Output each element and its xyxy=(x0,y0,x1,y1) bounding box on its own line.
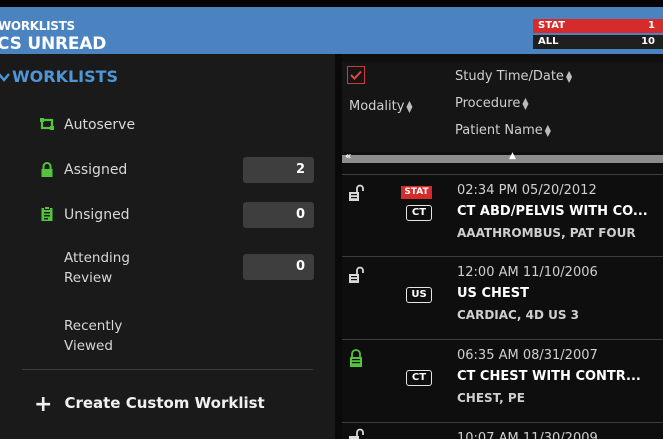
attending-review-line1: Attending xyxy=(64,250,130,266)
attending-review-line2: Review xyxy=(64,270,113,286)
stat-counter-label: STAT xyxy=(538,20,566,31)
recently-viewed-line1: Recently xyxy=(64,318,123,334)
stat-counter-value: 1 xyxy=(648,20,655,31)
sort-modality[interactable]: Modality ▲ ▼ xyxy=(349,99,413,114)
collapse-left-icon[interactable]: « xyxy=(345,151,351,162)
worklists-heading: WORKLISTS xyxy=(12,67,119,86)
stat-counter[interactable]: STAT 1 xyxy=(533,19,663,33)
page-title: CS UNREAD xyxy=(0,34,107,54)
recently-viewed-line2: Viewed xyxy=(64,338,113,354)
worklists-toggle[interactable]: WORKLISTS xyxy=(0,67,118,86)
sort-study-time-label: Study Time/Date xyxy=(455,69,564,84)
sort-patient-name-label: Patient Name xyxy=(455,123,543,138)
chevron-up-icon[interactable]: ▲ xyxy=(509,151,516,161)
sort-procedure[interactable]: Procedure ▲ ▼ xyxy=(455,96,528,111)
autoserve-icon xyxy=(40,118,54,130)
all-counter-label: ALL xyxy=(538,36,559,47)
select-all-checkbox[interactable] xyxy=(347,66,365,84)
study-procedure: CT ABD/PELVIS WITH CO... xyxy=(457,204,648,219)
panel-divider[interactable] xyxy=(335,54,342,439)
create-custom-worklist-label: Create Custom Worklist xyxy=(64,394,265,412)
column-header-panel: Modality ▲ ▼ Study Time/Date ▲ ▼ Procedure ▲ ▼… xyxy=(342,62,663,152)
all-counter[interactable]: ALL 10 xyxy=(533,35,663,49)
sidebar-item-assigned[interactable]: Assigned xyxy=(64,160,127,180)
sort-modality-label: Modality xyxy=(349,99,405,114)
assigned-count-badge: 2 xyxy=(243,157,314,183)
sort-arrows-icon: ▲ ▼ xyxy=(565,68,573,84)
sort-arrows-icon: ▲ ▼ xyxy=(522,95,529,111)
top-strip xyxy=(0,0,663,7)
chevron-down-icon xyxy=(0,67,12,86)
study-row[interactable]: 10:07 AM 11/30/2009 xyxy=(342,422,663,439)
checkmark-icon xyxy=(350,70,362,80)
lock-icon xyxy=(350,349,362,367)
app-header: WORKLISTS CS UNREAD STAT 1 ALL 10 xyxy=(0,7,663,54)
study-row[interactable]: STAT CT 02:34 PM 05/20/2012 CT ABD/PELVI… xyxy=(342,174,663,255)
lock-icon xyxy=(41,162,53,177)
study-procedure: US CHEST xyxy=(457,286,529,301)
sidebar-item-attending-review[interactable]: Attending Review xyxy=(64,248,130,288)
sidebar-divider xyxy=(22,369,313,370)
all-counter-value: 10 xyxy=(641,36,655,47)
sidebar: WORKLISTS Autoserve Assigned 2 Unsigned … xyxy=(0,54,335,439)
sort-study-time[interactable]: Study Time/Date ▲ ▼ xyxy=(455,69,572,84)
create-custom-worklist-button[interactable]: + Create Custom Worklist xyxy=(34,392,265,417)
horizontal-scrollbar[interactable]: « ▲ xyxy=(342,151,663,163)
sort-patient-name[interactable]: Patient Name ▲ ▼ xyxy=(455,123,551,138)
attending-review-count-badge: 0 xyxy=(243,254,314,280)
study-time: 06:35 AM 08/31/2007 xyxy=(457,348,598,363)
unlock-icon xyxy=(349,266,364,283)
unlock-icon xyxy=(349,184,364,201)
plus-icon: + xyxy=(34,392,53,417)
unlock-icon xyxy=(349,428,364,439)
modality-badge: US xyxy=(406,287,432,303)
stat-badge: STAT xyxy=(401,186,432,199)
study-row[interactable]: US 12:00 AM 11/10/2006 US CHEST CARDIAC,… xyxy=(342,256,663,338)
header-supertitle: WORKLISTS xyxy=(0,19,75,33)
modality-badge: CT xyxy=(406,370,432,386)
sort-arrows-icon: ▲ ▼ xyxy=(406,98,413,114)
patient-name: CHEST, PE xyxy=(457,391,525,405)
sort-arrows-icon: ▲ ▼ xyxy=(544,122,551,138)
unsigned-count-badge: 0 xyxy=(243,202,314,228)
sidebar-item-autoserve[interactable]: Autoserve xyxy=(64,115,135,135)
sidebar-item-unsigned[interactable]: Unsigned xyxy=(64,205,130,225)
study-time: 12:00 AM 11/10/2006 xyxy=(457,265,598,280)
study-procedure: CT CHEST WITH CONTR... xyxy=(457,369,641,384)
clipboard-icon xyxy=(41,206,53,221)
study-time: 02:34 PM 05/20/2012 xyxy=(457,183,597,198)
patient-name: AAATHROMBUS, PAT FOUR xyxy=(457,226,636,240)
sort-procedure-label: Procedure xyxy=(455,96,521,111)
modality-badge: CT xyxy=(406,205,432,221)
sidebar-item-recently-viewed[interactable]: Recently Viewed xyxy=(64,316,122,356)
patient-name: CARDIAC, 4D US 3 xyxy=(457,308,579,322)
study-row[interactable]: CT 06:35 AM 08/31/2007 CT CHEST WITH CON… xyxy=(342,339,663,421)
study-time: 10:07 AM 11/30/2009 xyxy=(457,431,598,439)
